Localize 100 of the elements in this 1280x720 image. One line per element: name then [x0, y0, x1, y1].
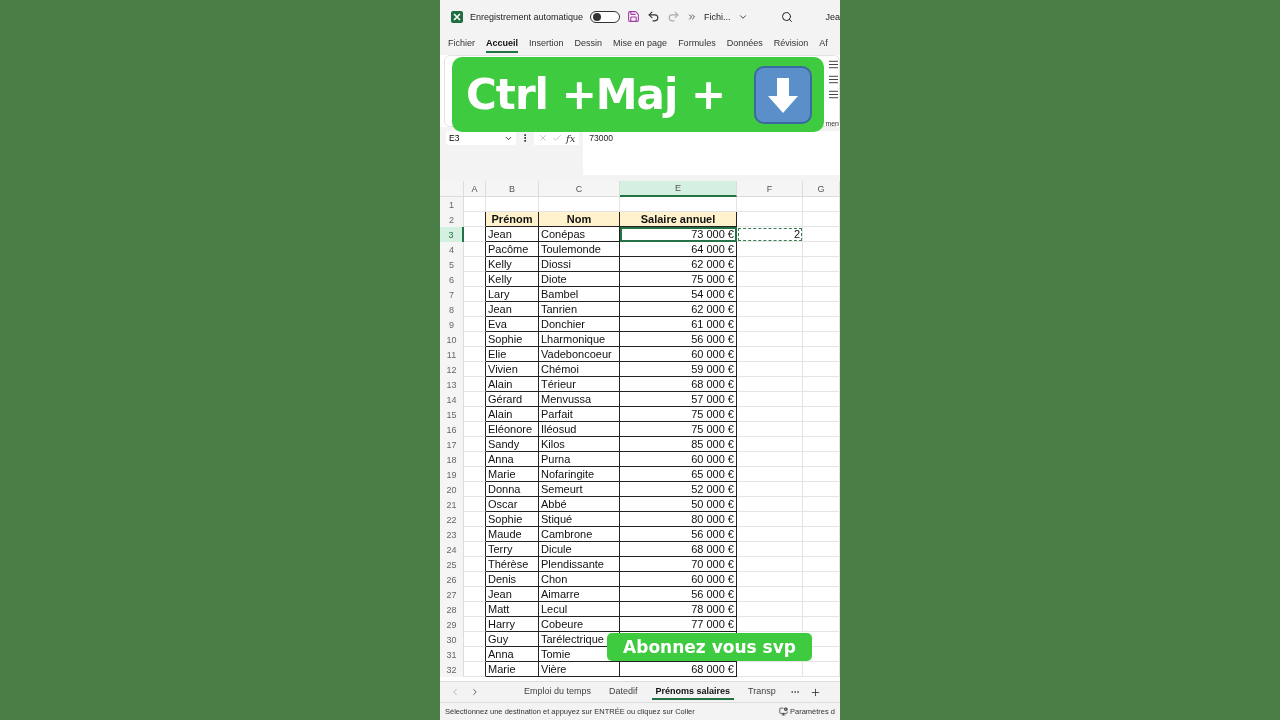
- menu-tab[interactable]: Fichier: [448, 35, 475, 53]
- row-header[interactable]: 10: [440, 332, 464, 347]
- menu-tab[interactable]: Formules: [678, 35, 716, 53]
- row-header[interactable]: 28: [440, 602, 464, 617]
- row-header[interactable]: 32: [440, 662, 464, 677]
- user-name[interactable]: Jea: [825, 11, 840, 22]
- file-name[interactable]: Fichi...: [704, 11, 731, 22]
- row-header[interactable]: 29: [440, 617, 464, 632]
- row-header[interactable]: 6: [440, 272, 464, 287]
- row-header[interactable]: 2: [440, 212, 464, 227]
- row-header[interactable]: 31: [440, 647, 464, 662]
- row-header[interactable]: 14: [440, 392, 464, 407]
- sheet-tab[interactable]: Prénoms salaires: [651, 684, 735, 700]
- table-cell: Nofaringite: [539, 467, 620, 482]
- table-cell: Marie: [486, 467, 539, 482]
- column-header[interactable]: B: [486, 181, 539, 197]
- menu-tab[interactable]: Af: [819, 35, 828, 53]
- row-header[interactable]: 3: [440, 227, 464, 242]
- table-cell: Alain: [486, 407, 539, 422]
- table-cell: 56 000 €: [620, 587, 737, 602]
- sheet-tab[interactable]: Transp: [744, 684, 780, 700]
- align-icon[interactable]: [828, 89, 839, 100]
- table-cell: 65 000 €: [620, 467, 737, 482]
- row-header[interactable]: 12: [440, 362, 464, 377]
- row-header[interactable]: 8: [440, 302, 464, 317]
- table-cell: Diote: [539, 272, 620, 287]
- table-cell: Chémoi: [539, 362, 620, 377]
- menu-tab[interactable]: Insertion: [529, 35, 564, 53]
- table-cell: Jean: [486, 587, 539, 602]
- table-cell: Thérèse: [486, 557, 539, 572]
- table-cell: 61 000 €: [620, 317, 737, 332]
- row-header[interactable]: 24: [440, 542, 464, 557]
- column-header[interactable]: E: [620, 181, 737, 197]
- column-header[interactable]: G: [803, 181, 840, 197]
- table-cell: Menvussa: [539, 392, 620, 407]
- menu-tab[interactable]: Mise en page: [613, 35, 668, 53]
- menu-tab[interactable]: Dessin: [574, 35, 603, 53]
- row-header[interactable]: 7: [440, 287, 464, 302]
- row-header[interactable]: 15: [440, 407, 464, 422]
- menu-tab[interactable]: Accueil: [486, 35, 519, 53]
- row-header[interactable]: 11: [440, 347, 464, 362]
- row-header[interactable]: 9: [440, 317, 464, 332]
- sheet-tab[interactable]: Datedif: [605, 684, 642, 700]
- formula-field[interactable]: 73000: [583, 131, 840, 175]
- table-cell: Plendissante: [539, 557, 620, 572]
- table-cell: Vière: [539, 662, 620, 677]
- row-header[interactable]: 18: [440, 452, 464, 467]
- row-header[interactable]: 25: [440, 557, 464, 572]
- next-sheet-icon[interactable]: [470, 687, 480, 697]
- add-sheet-icon[interactable]: [809, 686, 821, 698]
- menu-tab[interactable]: Révision: [773, 35, 809, 53]
- row-header[interactable]: 23: [440, 527, 464, 542]
- check-icon[interactable]: [552, 133, 562, 143]
- table-cell: 62 000 €: [620, 257, 737, 272]
- column-header[interactable]: C: [539, 181, 620, 197]
- undo-icon[interactable]: [647, 10, 661, 23]
- table-cell: Alain: [486, 377, 539, 392]
- row-header[interactable]: 17: [440, 437, 464, 452]
- table-cell: 64 000 €: [620, 242, 737, 257]
- autosave-toggle[interactable]: [590, 10, 621, 23]
- row-header[interactable]: 22: [440, 512, 464, 527]
- table-cell: Donchier: [539, 317, 620, 332]
- table-cell: 85 000 €: [620, 437, 737, 452]
- table-cell: Semeurt: [539, 482, 620, 497]
- table-cell: 59 000 €: [620, 362, 737, 377]
- table-cell: Kilos: [539, 437, 620, 452]
- table-cell: Kelly: [486, 257, 539, 272]
- table-cell: 68 000 €: [620, 542, 737, 557]
- table-cell: 60 000 €: [620, 347, 737, 362]
- function-button[interactable]: fx: [566, 132, 576, 144]
- table-cell: Elie: [486, 347, 539, 362]
- column-heading: Nom: [539, 212, 620, 227]
- column-header[interactable]: A: [464, 181, 486, 197]
- row-header[interactable]: 30: [440, 632, 464, 647]
- row-header[interactable]: 19: [440, 467, 464, 482]
- row-header[interactable]: 20: [440, 482, 464, 497]
- column-heading: Salaire annuel: [620, 212, 737, 227]
- row-header[interactable]: 21: [440, 497, 464, 512]
- table-cell: 52 000 €: [620, 482, 737, 497]
- display-settings-icon[interactable]: [778, 707, 788, 716]
- table-cell: 68 000 €: [620, 377, 737, 392]
- sheet-tab[interactable]: Emploi du temps: [520, 684, 596, 700]
- search-icon[interactable]: [781, 10, 794, 23]
- column-header[interactable]: F: [737, 181, 803, 197]
- row-header[interactable]: 27: [440, 587, 464, 602]
- row-header[interactable]: 16: [440, 422, 464, 437]
- row-header[interactable]: 1: [440, 197, 464, 212]
- table-cell: Matt: [486, 602, 539, 617]
- save-icon[interactable]: [627, 10, 641, 23]
- row-header[interactable]: 4: [440, 242, 464, 257]
- table-cell: 60 000 €: [620, 452, 737, 467]
- align-icon[interactable]: [828, 74, 839, 85]
- menu-tab[interactable]: Données: [726, 35, 763, 53]
- table-cell: 77 000 €: [620, 617, 737, 632]
- row-header[interactable]: 5: [440, 257, 464, 272]
- table-cell: Cambrone: [539, 527, 620, 542]
- row-header[interactable]: 13: [440, 377, 464, 392]
- row-header[interactable]: 26: [440, 572, 464, 587]
- align-icon[interactable]: [828, 59, 839, 70]
- table-cell: Gérard: [486, 392, 539, 407]
